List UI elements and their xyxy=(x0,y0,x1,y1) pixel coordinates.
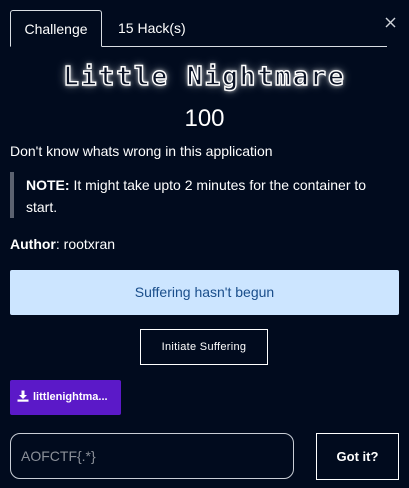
challenge-tabs: Challenge 15 Hack(s) xyxy=(10,10,387,47)
initiate-suffering-button[interactable]: Initiate Suffering xyxy=(140,329,268,365)
instance-status: Suffering hasn't begun xyxy=(10,270,399,315)
challenge-author: Author: rootxran xyxy=(10,235,115,253)
download-file-label: littlenightma... xyxy=(33,391,108,403)
download-icon xyxy=(17,382,29,402)
author-name: rootxran xyxy=(63,236,116,252)
author-separator: : xyxy=(55,236,60,252)
author-label: Author xyxy=(10,236,56,252)
tab-hacks[interactable]: 15 Hack(s) xyxy=(118,10,208,46)
flag-input[interactable] xyxy=(10,433,294,479)
challenge-description: Don't know whats wrong in this applicati… xyxy=(10,143,273,159)
challenge-name: Little Nightmare xyxy=(63,61,346,92)
submit-flag-button[interactable]: Got it? xyxy=(316,433,399,480)
challenge-value: 100 xyxy=(184,105,225,132)
challenge-modal: Challenge 15 Hack(s) Little Nightmare 10… xyxy=(0,0,409,488)
note-label: NOTE: xyxy=(26,177,70,193)
close-icon xyxy=(385,17,396,28)
note-text: It might take upto 2 minutes for the con… xyxy=(26,177,367,215)
close-button[interactable] xyxy=(384,14,398,30)
download-file-button[interactable]: littlenightma... xyxy=(10,380,121,415)
container-note: NOTE: It might take upto 2 minutes for t… xyxy=(10,172,385,218)
instance-status-text: Suffering hasn't begun xyxy=(134,284,275,300)
tab-challenge[interactable]: Challenge xyxy=(10,10,102,47)
